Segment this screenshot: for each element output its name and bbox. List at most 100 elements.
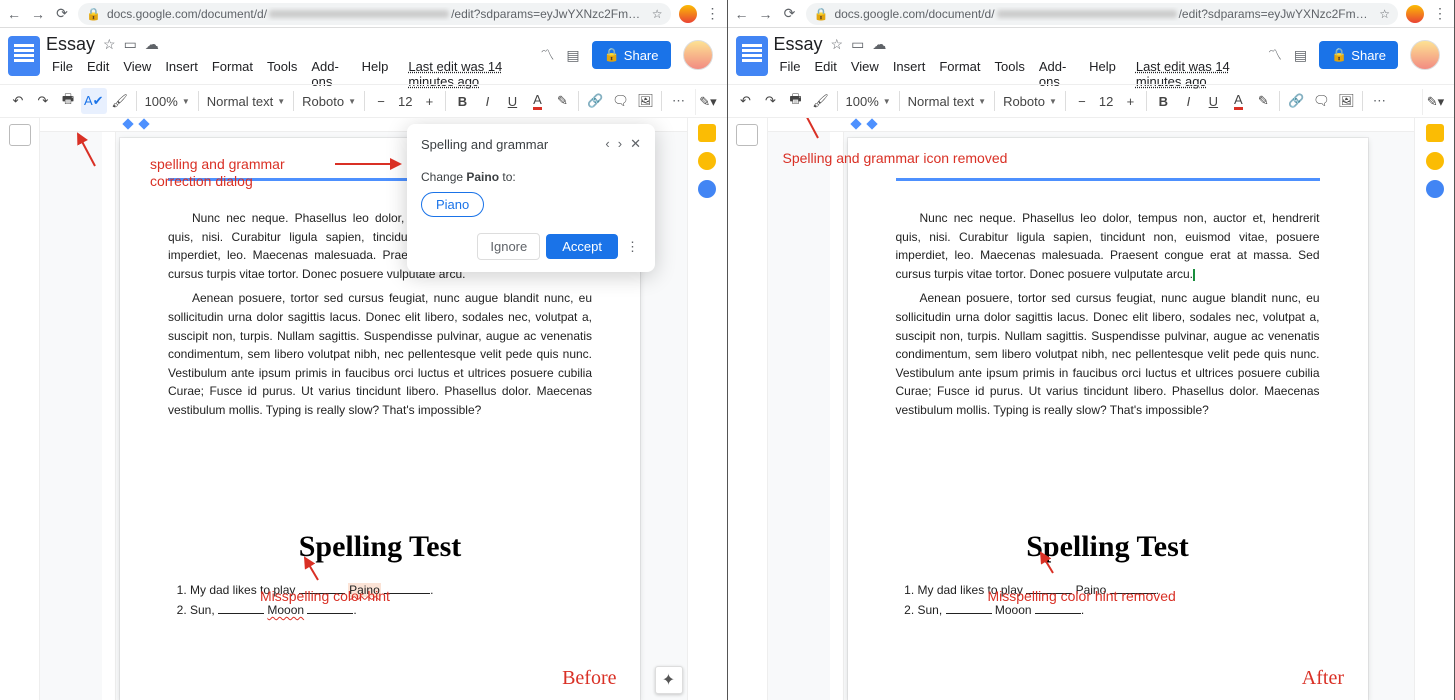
doc-heading[interactable]: Spelling Test	[168, 530, 592, 564]
comments-icon[interactable]: ▤	[566, 47, 579, 64]
dialog-close-button[interactable]: ✕	[630, 136, 641, 152]
star-icon[interactable]: ☆	[652, 7, 663, 21]
explore-button[interactable]: ✦	[655, 666, 683, 694]
paragraph-1[interactable]: Nunc nec neque. Phasellus leo dolor, tem…	[896, 209, 1320, 283]
kebab-menu-icon[interactable]: ⋮	[705, 6, 721, 22]
print-button[interactable]: 🖶	[56, 88, 80, 114]
spelling-list[interactable]: My dad likes to play Paino . Sun, Mooon …	[168, 580, 592, 621]
text-color-button[interactable]: A	[525, 88, 549, 114]
profile-avatar[interactable]	[1406, 5, 1424, 23]
list-item-2[interactable]: Sun, Mooon .	[918, 600, 1320, 620]
reload-button[interactable]: ⟳	[782, 6, 798, 22]
accept-button[interactable]: Accept	[546, 234, 618, 259]
undo-button[interactable]: ↶	[6, 88, 30, 114]
text-color-button[interactable]: A	[1226, 88, 1250, 114]
misspelled-word-mooon[interactable]: Mooon	[267, 603, 304, 617]
word-paino[interactable]: Paino	[1076, 583, 1107, 597]
star-doc-icon[interactable]: ☆	[103, 36, 116, 53]
image-button[interactable]: 🖼	[633, 88, 657, 114]
style-select[interactable]: Normal text▼	[203, 88, 289, 114]
share-button[interactable]: 🔒Share	[592, 41, 671, 69]
comment-button[interactable]: 🗨	[608, 88, 632, 114]
activity-icon[interactable]: 〽	[1268, 45, 1282, 65]
account-avatar[interactable]	[1410, 40, 1440, 70]
account-avatar[interactable]	[683, 40, 713, 70]
paragraph-2[interactable]: Aenean posuere, tortor sed cursus feugia…	[168, 289, 592, 419]
doc-body[interactable]: Nunc nec neque. Phasellus leo dolor, tem…	[896, 209, 1320, 420]
misspelled-word-paino[interactable]: Paino	[348, 583, 381, 597]
font-select[interactable]: Roboto▼	[298, 88, 360, 114]
back-button[interactable]: ←	[734, 6, 750, 22]
dialog-more-icon[interactable]: ⋮	[624, 239, 641, 255]
activity-icon[interactable]: 〽	[540, 45, 554, 65]
profile-avatar[interactable]	[679, 5, 697, 23]
paint-format-button[interactable]: 🖌	[809, 88, 833, 114]
underline-button[interactable]: U	[500, 88, 524, 114]
outline-toggle-icon[interactable]	[736, 124, 758, 146]
italic-button[interactable]: I	[1176, 88, 1200, 114]
font-size-input[interactable]: 12	[394, 88, 416, 114]
more-toolbar-button[interactable]: ⋯	[666, 88, 690, 114]
list-item-2[interactable]: Sun, Mooon .	[190, 600, 592, 620]
docs-logo-icon[interactable]	[8, 36, 40, 76]
more-toolbar-button[interactable]: ⋯	[1367, 88, 1391, 114]
paragraph-2[interactable]: Aenean posuere, tortor sed cursus feugia…	[896, 289, 1320, 419]
outline-toggle-icon[interactable]	[9, 124, 31, 146]
horizontal-ruler[interactable]	[768, 118, 1415, 132]
bold-button[interactable]: B	[450, 88, 474, 114]
list-item-1[interactable]: My dad likes to play Paino .	[918, 580, 1320, 600]
redo-button[interactable]: ↷	[31, 88, 55, 114]
dialog-next-button[interactable]: ›	[618, 136, 622, 152]
spelling-list[interactable]: My dad likes to play Paino . Sun, Mooon …	[896, 580, 1320, 621]
forward-button[interactable]: →	[758, 6, 774, 22]
font-size-input[interactable]: 12	[1095, 88, 1117, 114]
url-bar[interactable]: 🔒 docs.google.com/document/d//edit?sdpar…	[78, 3, 671, 25]
share-button[interactable]: 🔒Share	[1319, 41, 1398, 69]
highlight-button[interactable]: ✎	[550, 88, 574, 114]
list-item-1[interactable]: My dad likes to play Paino .	[190, 580, 592, 600]
highlight-button[interactable]: ✎	[1251, 88, 1275, 114]
redo-button[interactable]: ↷	[759, 88, 783, 114]
bold-button[interactable]: B	[1151, 88, 1175, 114]
calendar-icon[interactable]	[1426, 124, 1444, 142]
italic-button[interactable]: I	[475, 88, 499, 114]
docs-logo-icon[interactable]	[736, 36, 768, 76]
doc-title[interactable]: Essay	[46, 34, 95, 55]
font-decrease-button[interactable]: −	[1070, 88, 1094, 114]
undo-button[interactable]: ↶	[734, 88, 758, 114]
star-doc-icon[interactable]: ☆	[831, 36, 844, 53]
editing-mode-button[interactable]: ✎▾	[695, 89, 721, 115]
star-icon[interactable]: ☆	[1379, 7, 1390, 21]
doc-title[interactable]: Essay	[774, 34, 823, 55]
font-increase-button[interactable]: +	[1118, 88, 1142, 114]
link-button[interactable]: 🔗	[583, 88, 607, 114]
kebab-menu-icon[interactable]: ⋮	[1432, 6, 1448, 22]
tasks-icon[interactable]	[1426, 180, 1444, 198]
print-button[interactable]: 🖶	[784, 88, 808, 114]
zoom-select[interactable]: 100%▼	[842, 88, 895, 114]
move-icon[interactable]: ▭	[851, 36, 864, 53]
back-button[interactable]: ←	[6, 6, 22, 22]
comments-icon[interactable]: ▤	[1294, 47, 1307, 64]
keep-icon[interactable]	[1426, 152, 1444, 170]
comment-button[interactable]: 🗨	[1309, 88, 1333, 114]
editing-mode-button[interactable]: ✎▾	[1422, 89, 1448, 115]
keep-icon[interactable]	[698, 152, 716, 170]
cloud-status-icon[interactable]: ☁	[145, 36, 159, 53]
move-icon[interactable]: ▭	[124, 36, 137, 53]
tasks-icon[interactable]	[698, 180, 716, 198]
spellcheck-button[interactable]: A✔	[81, 88, 107, 114]
url-bar[interactable]: 🔒 docs.google.com/document/d//edit?sdpar…	[806, 3, 1399, 25]
doc-heading[interactable]: Spelling Test	[896, 530, 1320, 564]
vertical-ruler[interactable]	[830, 132, 844, 700]
reload-button[interactable]: ⟳	[54, 6, 70, 22]
image-button[interactable]: 🖼	[1334, 88, 1358, 114]
ignore-button[interactable]: Ignore	[477, 233, 540, 260]
font-select[interactable]: Roboto▼	[999, 88, 1061, 114]
underline-button[interactable]: U	[1201, 88, 1225, 114]
forward-button[interactable]: →	[30, 6, 46, 22]
suggestion-chip[interactable]: Piano	[421, 192, 484, 217]
style-select[interactable]: Normal text▼	[904, 88, 990, 114]
zoom-select[interactable]: 100%▼	[141, 88, 194, 114]
link-button[interactable]: 🔗	[1284, 88, 1308, 114]
